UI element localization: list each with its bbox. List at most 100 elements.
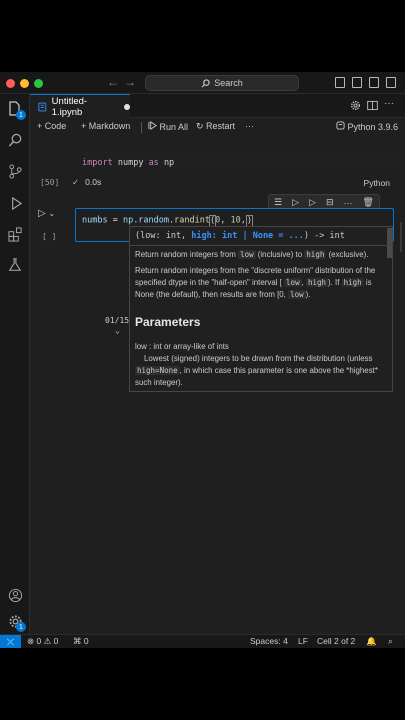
popup-scrollbar[interactable]: [387, 228, 392, 258]
explorer-badge: 1: [16, 110, 26, 120]
function-signature: (low: int, high: int | None = ...) -> in…: [135, 231, 345, 241]
notebook-toolbar: + Code + Markdown Run All ↻ Restart ··· …: [30, 118, 405, 137]
code-separator: ,: [220, 215, 231, 226]
back-arrow-icon[interactable]: ←: [107, 75, 119, 89]
customize-layout-icon[interactable]: [386, 77, 396, 88]
minimize-window-button[interactable]: [20, 79, 29, 88]
run-all-label: Run All: [159, 122, 189, 132]
summary-code-high: high: [304, 250, 327, 259]
overload-counter[interactable]: 01/15 ⌄: [105, 316, 129, 336]
toggle-secondary-sidebar-icon[interactable]: [369, 77, 379, 88]
code-arg-2: 10: [230, 215, 241, 226]
next-overload-chevron-icon[interactable]: ⌄: [105, 326, 120, 335]
python-kernel-icon: [336, 121, 345, 130]
more-actions-icon[interactable]: ···: [384, 98, 394, 109]
cell-position-indicator[interactable]: Cell 2 of 2: [317, 636, 355, 646]
manage-gear-icon[interactable]: 1: [5, 611, 26, 632]
desc-code-high-2: high: [341, 278, 364, 287]
summary-text-b: (inclusive) to: [255, 250, 305, 259]
param-low-name: low : int or array-like of ints: [135, 342, 229, 351]
search-view-icon[interactable]: [5, 130, 25, 150]
editor-tab-bar: Untitled-1.ipynb ···: [30, 94, 405, 118]
warning-count: 0: [53, 636, 59, 646]
summary-line: Return random integers from low (inclusi…: [135, 249, 385, 261]
signature-end: ) -> int: [303, 231, 345, 241]
cell-1-language[interactable]: Python: [364, 178, 390, 188]
restart-kernel-button[interactable]: ↻ Restart: [196, 121, 235, 132]
run-and-debug-icon[interactable]: [5, 193, 25, 213]
add-code-cell-button[interactable]: + Code: [37, 121, 66, 131]
run-all-button[interactable]: Run All: [148, 121, 188, 132]
command-center-search[interactable]: Search: [145, 75, 299, 91]
search-icon: [201, 78, 210, 87]
cell-1-status: ✓ 0.0s: [72, 177, 101, 188]
signature-help-popup[interactable]: (low: int, high: int | None = ...) -> in…: [129, 226, 393, 392]
cell-2-run-controls: ▷ ⌄: [38, 208, 55, 219]
title-bar: ← → Search: [0, 72, 405, 94]
explorer-icon[interactable]: 1: [5, 99, 26, 120]
split-cell-icon[interactable]: ⊟: [326, 197, 334, 208]
delete-cell-icon[interactable]: 🗑: [363, 197, 374, 208]
desc-code-high: high: [305, 278, 329, 287]
eol-indicator[interactable]: LF: [298, 636, 308, 646]
signature-start: (low: int,: [135, 231, 192, 241]
run-options-chevron-icon[interactable]: ⌄: [48, 209, 55, 218]
active-parameter: high: int | None = ...: [191, 231, 304, 241]
testing-flask-icon[interactable]: [5, 255, 25, 275]
toolbar-more-button[interactable]: ···: [245, 121, 254, 131]
cell-more-icon[interactable]: ···: [344, 198, 353, 208]
split-editor-icon[interactable]: [367, 100, 378, 111]
notebook-settings-gear-icon[interactable]: [350, 100, 361, 111]
notifications-bell-icon[interactable]: 🔔: [366, 636, 377, 647]
tab-untitled-notebook[interactable]: Untitled-1.ipynb: [30, 94, 131, 118]
execute-below-icon[interactable]: ▷: [309, 197, 316, 208]
close-window-button[interactable]: [6, 79, 15, 88]
execute-above-icon[interactable]: ▷: [292, 197, 299, 208]
accounts-icon[interactable]: [5, 585, 25, 605]
code-assign: =: [107, 215, 123, 226]
problems-indicator[interactable]: ⊗ 0 ⚠ 0: [27, 636, 58, 647]
run-by-line-icon[interactable]: ☰: [274, 197, 282, 208]
close-paren: ): [245, 214, 253, 227]
desc-code-low: low: [284, 278, 302, 287]
extensions-icon[interactable]: [5, 224, 25, 244]
ports-indicator[interactable]: ⌘ 0: [73, 636, 89, 647]
remote-indicator-icon[interactable]: ⤫: [0, 635, 21, 648]
cell-2-execution-placeholder: [ ]: [42, 232, 57, 241]
desc-text-e: ).: [305, 290, 311, 299]
kernel-picker-button[interactable]: Python 3.9.6: [336, 121, 398, 132]
toggle-primary-sidebar-icon[interactable]: [335, 77, 345, 88]
desc-code-low-2: low: [288, 290, 306, 299]
ports-count: 0: [83, 636, 89, 646]
module-alias: np: [163, 158, 175, 168]
add-markdown-cell-button[interactable]: + Markdown: [81, 121, 130, 131]
tab-title: Untitled-1.ipynb: [51, 95, 88, 118]
activity-bar: 1 1: [0, 94, 30, 634]
forward-arrow-icon[interactable]: →: [124, 75, 136, 89]
indentation-indicator[interactable]: Spaces: 4: [250, 636, 288, 646]
code-function: randint: [174, 215, 210, 226]
success-check-icon: ✓: [72, 177, 80, 187]
vscode-window: ← → Search 1 1 Untitled-1.ipynb ··· + Co…: [0, 72, 405, 648]
param-desc-a: Lowest (signed) integers to be drawn fro…: [144, 354, 373, 363]
toolbar-divider: [141, 122, 142, 133]
editor-scrollbar[interactable]: [400, 222, 402, 252]
toggle-panel-icon[interactable]: [352, 77, 362, 88]
restart-label: Restart: [206, 121, 236, 131]
add-markdown-label: Markdown: [88, 121, 131, 131]
add-code-label: Code: [44, 121, 67, 131]
maximize-window-button[interactable]: [34, 79, 43, 88]
summary-text-a: Return random integers from: [135, 250, 239, 259]
overload-counter-text: 01/15: [105, 316, 130, 325]
source-control-icon[interactable]: [5, 161, 25, 181]
cell-2-code[interactable]: numbs = np.random.randint(0, 10,): [82, 214, 253, 227]
desc-text-c: ). If: [328, 278, 342, 287]
import-keyword: import: [82, 158, 113, 168]
execution-count: [50]: [40, 178, 60, 187]
unsaved-dot-icon[interactable]: [124, 103, 131, 110]
code-cell-1[interactable]: import numpy as np [50] ✓ 0.0s Python: [30, 148, 405, 188]
feedback-icon[interactable]: ⌕: [388, 636, 393, 647]
run-cell-icon[interactable]: ▷: [38, 208, 46, 219]
run-all-icon: [148, 121, 157, 130]
execution-duration: 0.0s: [85, 177, 102, 187]
